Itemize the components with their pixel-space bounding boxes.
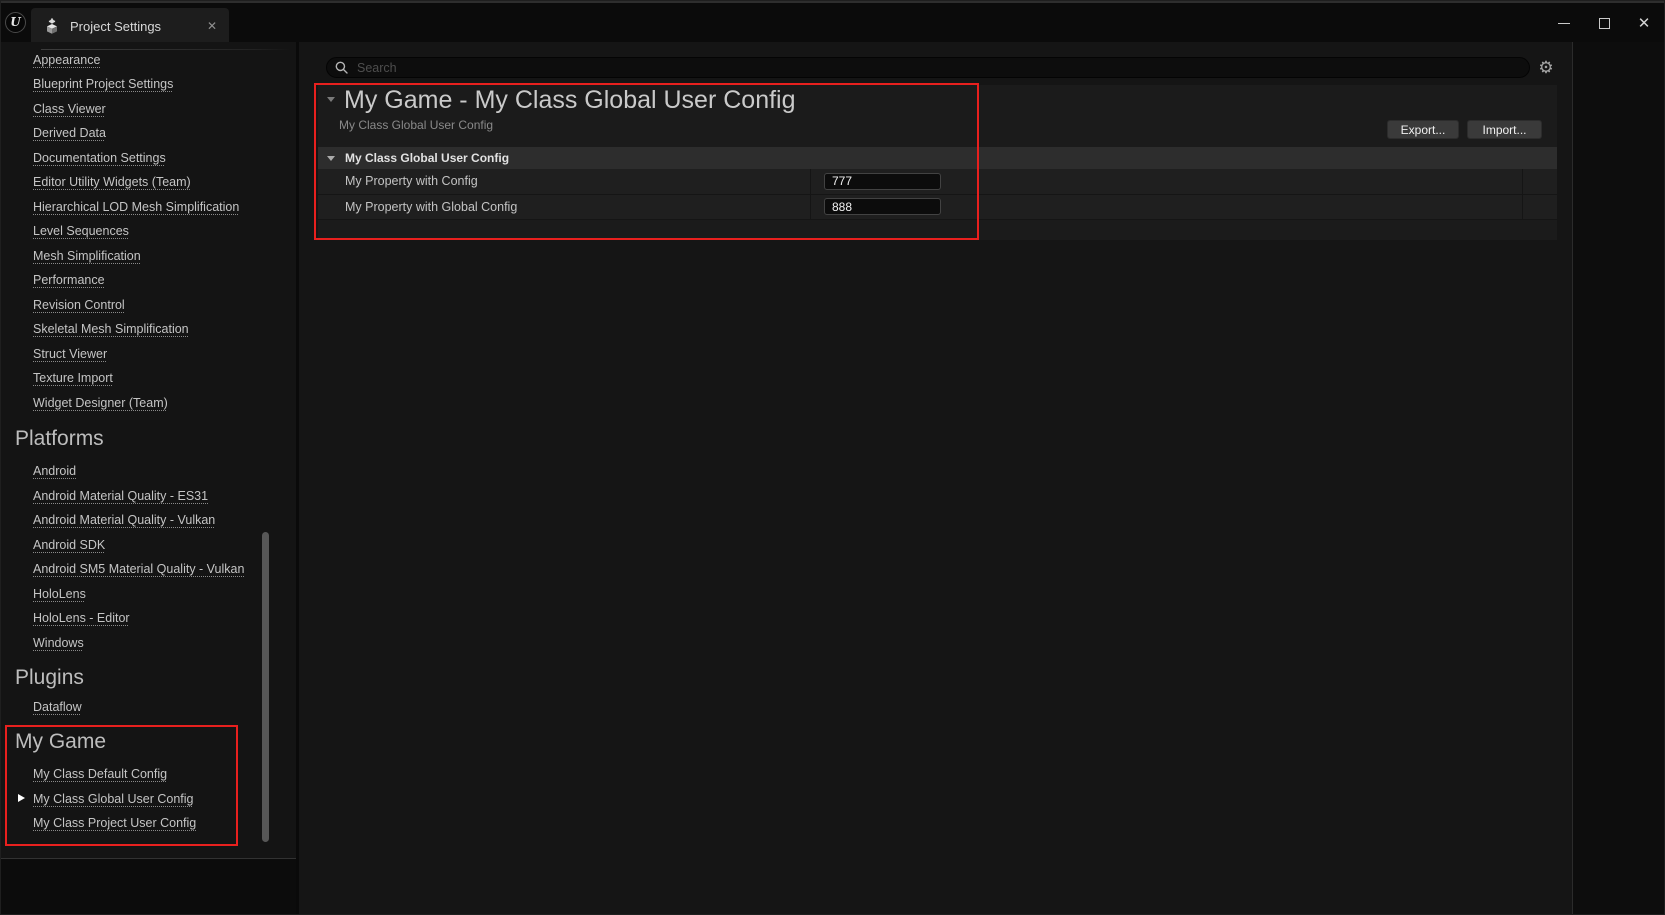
minimize-button[interactable] (1544, 3, 1584, 44)
sidebar-item-my-class-default-config[interactable]: My Class Default Config (33, 762, 167, 787)
minimize-icon (1558, 23, 1570, 24)
sidebar-item-android[interactable]: Android (33, 459, 76, 484)
window-right-strip (1573, 42, 1665, 915)
property-value-cell (810, 169, 1522, 194)
sidebar-header-my-game: My Game (15, 727, 283, 757)
settings-gear-icon[interactable]: ⚙ (1536, 58, 1556, 78)
property-row-my-property-with-config[interactable]: My Property with Config (318, 169, 1557, 195)
search-icon (335, 61, 348, 74)
category-header[interactable]: My Class Global User Config (318, 147, 1557, 169)
sidebar-item-mesh-simplification[interactable]: Mesh Simplification (33, 244, 141, 269)
sidebar-item-performance[interactable]: Performance (33, 268, 105, 293)
tab-project-settings[interactable]: Project Settings ✕ (31, 8, 229, 44)
settings-sidebar: AppearanceBlueprint Project SettingsClas… (1, 42, 296, 915)
selected-arrow-icon (18, 794, 25, 802)
property-label: My Property with Global Config (318, 195, 810, 220)
sidebar-item-class-viewer[interactable]: Class Viewer (33, 97, 106, 122)
sidebar-list: Dataflow (33, 695, 283, 720)
project-settings-window: U Project Settings ✕ ✕ AppearanceBluepri… (0, 0, 1665, 915)
sidebar-item-dataflow[interactable]: Dataflow (33, 695, 82, 720)
titlebar: U Project Settings ✕ ✕ (1, 1, 1664, 42)
sidebar-item-android-material-quality-es31[interactable]: Android Material Quality - ES31 (33, 484, 208, 509)
sidebar-item-windows[interactable]: Windows (33, 631, 84, 656)
sidebar-header-platforms: Platforms (15, 424, 283, 454)
search-bar[interactable] (326, 57, 1530, 78)
section-collapse-caret-icon[interactable] (327, 97, 335, 102)
maximize-button[interactable] (1584, 3, 1624, 44)
sidebar-header-plugins: Plugins (15, 663, 283, 693)
property-label: My Property with Config (318, 169, 810, 194)
sidebar-item-skeletal-mesh-simplification[interactable]: Skeletal Mesh Simplification (33, 317, 189, 342)
sidebar-item-appearance[interactable]: Appearance (33, 48, 100, 73)
maximize-icon (1599, 18, 1610, 29)
category-label: My Class Global User Config (345, 151, 509, 165)
sidebar-item-derived-data[interactable]: Derived Data (33, 121, 106, 146)
close-icon: ✕ (1638, 16, 1651, 31)
property-value-input[interactable] (824, 173, 941, 190)
unreal-logo-letter: U (10, 16, 20, 28)
sidebar-item-android-sm5-material-quality-vulkan[interactable]: Android SM5 Material Quality - Vulkan (33, 557, 244, 582)
sidebar-item-hololens[interactable]: HoloLens (33, 582, 86, 607)
property-reset-cell (1522, 169, 1557, 194)
property-row-my-property-with-global-config[interactable]: My Property with Global Config (318, 195, 1557, 221)
sidebar-list: AndroidAndroid Material Quality - ES31An… (33, 459, 283, 655)
tab-close-icon[interactable]: ✕ (207, 8, 217, 44)
sidebar-section-platforms: PlatformsAndroidAndroid Material Quality… (33, 424, 283, 655)
sidebar-item-my-class-global-user-config[interactable]: My Class Global User Config (33, 787, 193, 812)
sidebar-item-my-class-project-user-config[interactable]: My Class Project User Config (33, 811, 196, 836)
unreal-engine-logo-icon[interactable]: U (5, 12, 26, 33)
sidebar-item-texture-import[interactable]: Texture Import (33, 366, 113, 391)
property-value-input[interactable] (824, 198, 941, 215)
sidebar-item-struct-viewer[interactable]: Struct Viewer (33, 342, 107, 367)
sidebar-list: My Class Default ConfigMy Class Global U… (33, 762, 283, 836)
sidebar-section-plugins: PluginsDataflow (33, 663, 283, 720)
settings-main-panel: ⚙ My Game - My Class Global User Config … (296, 42, 1665, 915)
sidebar-item-hololens-editor[interactable]: HoloLens - Editor (33, 606, 130, 631)
sidebar-bottom-strip (1, 859, 296, 915)
close-button[interactable]: ✕ (1624, 3, 1664, 44)
sidebar-item-hierarchical-lod-mesh-simplification[interactable]: Hierarchical LOD Mesh Simplification (33, 195, 239, 220)
section-title: My Game - My Class Global User Config (344, 85, 796, 115)
tab-label: Project Settings (70, 19, 161, 34)
sidebar-section-my-game: My GameMy Class Default ConfigMy Class G… (33, 727, 283, 836)
sidebar-scrollbar[interactable] (262, 532, 269, 842)
window-controls: ✕ (1544, 3, 1664, 44)
sidebar-section-settings: AppearanceBlueprint Project SettingsClas… (33, 48, 283, 416)
export-button[interactable]: Export... (1387, 120, 1459, 139)
import-button[interactable]: Import... (1467, 120, 1542, 139)
sidebar-item-widget-designer-team[interactable]: Widget Designer (Team) (33, 391, 168, 416)
settings-section: My Game - My Class Global User Config My… (318, 85, 1557, 240)
sidebar-item-blueprint-project-settings[interactable]: Blueprint Project Settings (33, 72, 173, 97)
sidebar-item-documentation-settings[interactable]: Documentation Settings (33, 146, 166, 171)
property-value-cell (810, 195, 1522, 220)
sidebar-item-editor-utility-widgets-team[interactable]: Editor Utility Widgets (Team) (33, 170, 191, 195)
sidebar-item-level-sequences[interactable]: Level Sequences (33, 219, 129, 244)
property-reset-cell (1522, 195, 1557, 220)
sidebar-item-revision-control[interactable]: Revision Control (33, 293, 125, 318)
sidebar-list: AppearanceBlueprint Project SettingsClas… (33, 48, 283, 416)
search-input[interactable] (355, 60, 1517, 76)
sidebar-item-android-sdk[interactable]: Android SDK (33, 533, 105, 558)
sidebar-item-android-material-quality-vulkan[interactable]: Android Material Quality - Vulkan (33, 508, 215, 533)
category-collapse-caret-icon (327, 156, 335, 161)
section-subtitle: My Class Global User Config (339, 118, 493, 132)
property-rows: My Property with ConfigMy Property with … (318, 169, 1557, 220)
sidebar-nav: AppearanceBlueprint Project SettingsClas… (33, 48, 283, 836)
project-settings-icon (44, 18, 60, 34)
